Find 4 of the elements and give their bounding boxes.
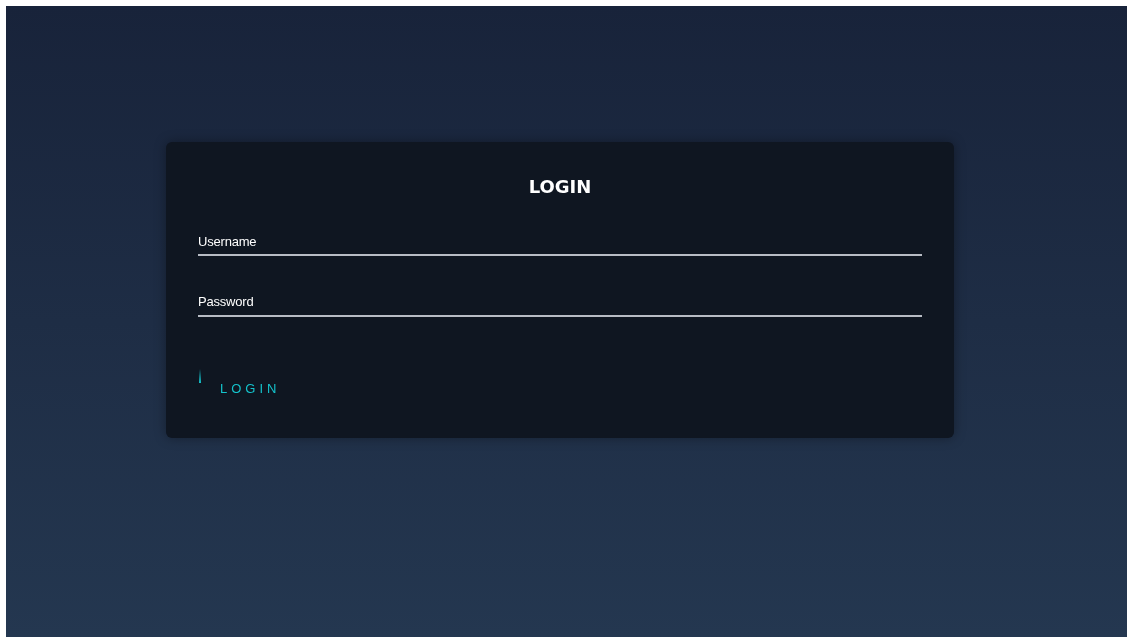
login-title: LOGIN (527, 176, 593, 198)
input-field[interactable]: Username (198, 227, 922, 257)
input-field[interactable]: Password (198, 288, 922, 317)
login-button[interactable]: LOGIN (198, 368, 281, 399)
